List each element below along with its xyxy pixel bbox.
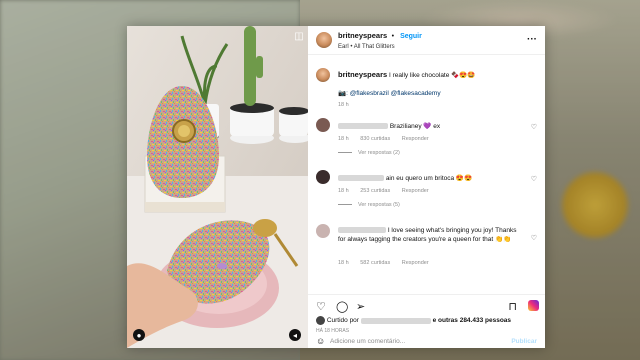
action-bar: ♡ ◯ ➢ ⊓	[308, 294, 545, 317]
comment-likes[interactable]: 830 curtidas	[360, 136, 390, 142]
comment-time: 18 h	[338, 260, 349, 266]
reply-button[interactable]: Responder	[402, 260, 429, 266]
comment-likes[interactable]: 582 curtidas	[360, 260, 390, 266]
comment-time: 18 h	[338, 188, 349, 194]
heart-icon[interactable]: ♡	[531, 175, 537, 183]
comment-text: Brazilianey 💜 ex	[389, 123, 441, 130]
caption-time: 18 h	[338, 102, 349, 108]
avatar[interactable]	[316, 118, 330, 132]
blurred-username[interactable]	[360, 317, 431, 324]
heart-icon[interactable]: ♡	[531, 234, 537, 242]
likes-summary[interactable]: Curtido por e outras 284.433 pessoas	[316, 316, 511, 325]
list-item: I love seeing what's bringing you joy! T…	[316, 224, 537, 268]
instagram-icon[interactable]	[528, 300, 539, 311]
share-icon[interactable]: ➢	[356, 300, 365, 313]
caption-username[interactable]: britneyspears	[338, 70, 387, 79]
heart-icon[interactable]: ♡	[316, 300, 326, 313]
reply-button[interactable]: Responder	[402, 188, 429, 194]
emoji-icon[interactable]: ☺	[316, 336, 325, 346]
comment-icon[interactable]: ◯	[336, 300, 348, 313]
post-side-panel: britneyspears • Seguir Earl • All That G…	[308, 26, 545, 348]
caption: britneyspears I really like chocolate 🍫😍…	[316, 68, 537, 108]
blurred-username[interactable]	[338, 227, 386, 234]
avatar[interactable]	[316, 170, 330, 184]
avatar	[316, 316, 325, 325]
post-modal: ◫ ● ◂ britneyspears • Seguir Earl • All …	[127, 26, 545, 348]
comment-input[interactable]: Adicione um comentário...	[330, 338, 405, 345]
caption-text: I really like chocolate 🍫😍🤩	[389, 72, 476, 79]
post-media[interactable]: ◫ ● ◂	[127, 26, 308, 348]
post-photo	[127, 26, 308, 348]
likes-prefix: Curtido por	[326, 317, 359, 325]
audio-subtitle[interactable]: Earl • All That Glitters	[338, 42, 422, 52]
publish-button[interactable]: Publicar	[511, 338, 537, 345]
comment-likes[interactable]: 253 curtidas	[360, 188, 390, 194]
comment-composer: ☺ Adicione um comentário... Publicar	[308, 336, 545, 348]
post-date: HÁ 18 HORAS	[316, 328, 350, 334]
avatar[interactable]	[316, 68, 330, 82]
username[interactable]: britneyspears	[338, 31, 387, 40]
list-item: Brazilianey 💜 ex ♡ 18 h 830 curtidas Res…	[316, 118, 537, 158]
camera-icon[interactable]: ◫	[293, 30, 305, 42]
view-replies-button[interactable]: Ver respostas (5)	[338, 202, 400, 208]
caption-mentions[interactable]: 📷: @flakesbrazil @flakesacademy	[338, 89, 523, 98]
comment-time: 18 h	[338, 136, 349, 142]
heart-icon[interactable]: ♡	[531, 123, 537, 131]
blurred-username[interactable]	[338, 175, 384, 182]
view-replies-button[interactable]: Ver respostas (2)	[338, 150, 400, 156]
blurred-username[interactable]	[338, 123, 388, 130]
avatar[interactable]	[316, 32, 332, 48]
comment-text: ain eu quero um britoca 😍😍	[385, 175, 473, 182]
follow-button[interactable]: Seguir	[400, 33, 422, 40]
user-tag-icon[interactable]: ●	[133, 329, 145, 341]
likes-count[interactable]: outras 284.433 pessoas	[438, 317, 511, 324]
bookmark-icon[interactable]: ⊓	[508, 300, 517, 313]
avatar[interactable]	[316, 224, 330, 238]
list-item: ain eu quero um britoca 😍😍 ♡ 18 h 253 cu…	[316, 170, 537, 210]
reply-button[interactable]: Responder	[402, 136, 429, 142]
post-header: britneyspears • Seguir Earl • All That G…	[308, 26, 545, 55]
more-icon[interactable]: ···	[527, 34, 537, 45]
mute-icon[interactable]: ◂	[289, 329, 301, 341]
